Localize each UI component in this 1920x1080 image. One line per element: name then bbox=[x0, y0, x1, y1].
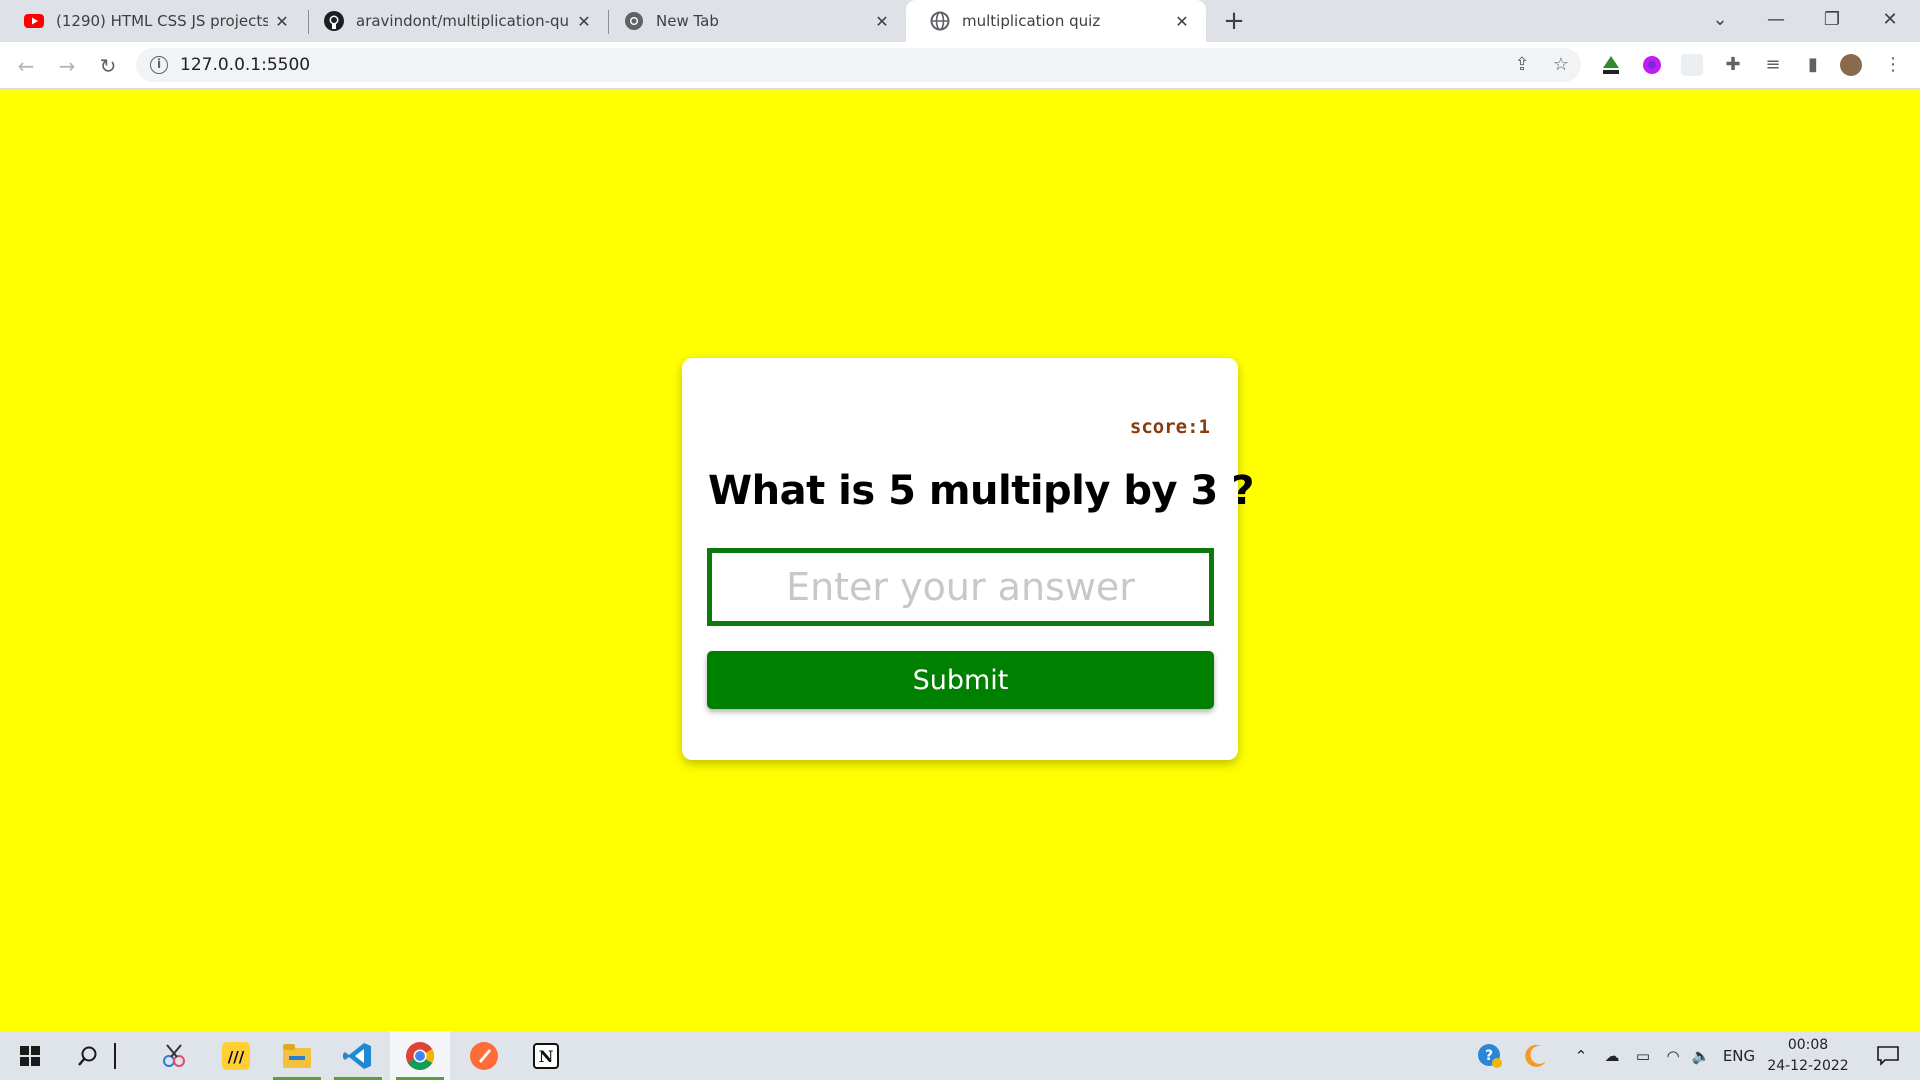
question-text: What is 5 multiply by 3 ? bbox=[708, 468, 1254, 514]
address-url[interactable]: 127.0.0.1:5500 bbox=[180, 55, 310, 75]
bookmark-star-icon[interactable]: ☆ bbox=[1548, 52, 1574, 78]
youtube-icon bbox=[24, 11, 44, 31]
notion-icon[interactable]: N bbox=[516, 1031, 576, 1080]
file-explorer-icon[interactable] bbox=[267, 1031, 327, 1080]
chrome-icon bbox=[624, 11, 644, 31]
menu-kebab-icon[interactable]: ⋮ bbox=[1880, 52, 1906, 78]
snipping-tool-icon[interactable] bbox=[144, 1031, 204, 1080]
vscode-icon[interactable] bbox=[328, 1031, 388, 1080]
tab-search-icon[interactable]: ⌄ bbox=[1692, 0, 1748, 42]
battery-icon[interactable]: ▭ bbox=[1630, 1031, 1656, 1080]
back-icon[interactable]: ← bbox=[10, 50, 42, 82]
tab-github[interactable]: aravindont/multiplication-quiz-ap ✕ bbox=[300, 0, 608, 42]
notifications-icon[interactable] bbox=[1866, 1031, 1910, 1080]
postman-icon[interactable] bbox=[454, 1031, 514, 1080]
submit-button[interactable]: Submit bbox=[707, 651, 1214, 709]
close-icon[interactable]: ✕ bbox=[1168, 12, 1196, 31]
chrome-icon[interactable] bbox=[390, 1031, 450, 1080]
tab-youtube[interactable]: (1290) HTML CSS JS projects (Beg ✕ bbox=[0, 0, 306, 42]
close-window-button[interactable]: ✕ bbox=[1862, 0, 1918, 42]
clock-time: 00:08 bbox=[1787, 1037, 1829, 1053]
score-label: score:1 bbox=[1129, 416, 1210, 438]
html-extension-icon[interactable] bbox=[1600, 54, 1622, 76]
language-indicator[interactable]: ENG bbox=[1718, 1031, 1760, 1080]
tab-title: aravindont/multiplication-quiz-ap bbox=[356, 12, 570, 30]
extension-icon[interactable] bbox=[1681, 54, 1703, 76]
minimize-button[interactable]: — bbox=[1748, 0, 1804, 42]
quiz-card: score:1 What is 5 multiply by 3 ? Submit bbox=[682, 358, 1254, 760]
new-tab-button[interactable]: + bbox=[1218, 6, 1250, 36]
close-icon[interactable]: ✕ bbox=[868, 12, 896, 31]
tab-title: New Tab bbox=[656, 12, 719, 30]
reload-icon[interactable]: ↻ bbox=[92, 50, 124, 82]
task-view-icon[interactable] bbox=[100, 1031, 130, 1080]
extensions-puzzle-icon[interactable]: ✚ bbox=[1720, 52, 1746, 78]
reading-list-icon[interactable]: ≡ bbox=[1760, 52, 1786, 78]
share-icon[interactable]: ⇪ bbox=[1509, 52, 1535, 78]
clock[interactable]: 00:08 24-12-2022 bbox=[1760, 1035, 1856, 1077]
volume-icon[interactable]: 🔈 bbox=[1688, 1031, 1714, 1080]
profile-avatar[interactable] bbox=[1840, 54, 1862, 76]
side-panel-icon[interactable]: ▮ bbox=[1800, 52, 1826, 78]
tab-new-tab[interactable]: New Tab ✕ bbox=[600, 0, 906, 42]
night-light-icon[interactable] bbox=[1516, 1031, 1556, 1080]
windows-start-icon[interactable] bbox=[0, 1031, 60, 1080]
github-icon bbox=[324, 11, 344, 31]
tab-strip: (1290) HTML CSS JS projects (Beg ✕ aravi… bbox=[0, 0, 1920, 42]
show-hidden-icons-chevron-icon[interactable]: ⌃ bbox=[1568, 1031, 1594, 1080]
svg-text:N: N bbox=[539, 1047, 554, 1066]
miro-icon[interactable]: /// bbox=[206, 1031, 266, 1080]
svg-text:///: /// bbox=[228, 1048, 245, 1066]
colorpicker-extension-icon[interactable] bbox=[1641, 54, 1663, 76]
help-icon[interactable]: ? bbox=[1470, 1031, 1510, 1080]
site-info-icon[interactable]: i bbox=[150, 56, 168, 74]
wifi-icon[interactable]: ◠ bbox=[1660, 1031, 1686, 1080]
close-icon[interactable]: ✕ bbox=[268, 12, 296, 31]
answer-input[interactable] bbox=[707, 548, 1214, 626]
tab-title: (1290) HTML CSS JS projects (Beg bbox=[56, 12, 268, 30]
tab-title: multiplication quiz bbox=[962, 12, 1101, 30]
browser-toolbar: ← → ↻ i 127.0.0.1:5500 ⇪ ☆ ✚ ≡ ▮ ⋮ bbox=[0, 42, 1920, 89]
onedrive-cloud-icon[interactable]: ☁ bbox=[1598, 1031, 1626, 1080]
close-icon[interactable]: ✕ bbox=[570, 12, 598, 31]
address-bar[interactable]: i 127.0.0.1:5500 bbox=[136, 48, 1581, 82]
taskbar: /// N ? ⌃ ☁ ▭ ◠ 🔈 ENG 00:08 24-12-2022 bbox=[0, 1031, 1920, 1080]
svg-text:?: ? bbox=[1485, 1048, 1493, 1064]
clock-date: 24-12-2022 bbox=[1767, 1058, 1849, 1074]
restore-button[interactable]: ❐ bbox=[1804, 0, 1860, 42]
forward-icon[interactable]: → bbox=[51, 50, 83, 82]
globe-icon bbox=[930, 11, 950, 31]
tab-multiplication-quiz[interactable]: multiplication quiz ✕ bbox=[906, 0, 1206, 42]
